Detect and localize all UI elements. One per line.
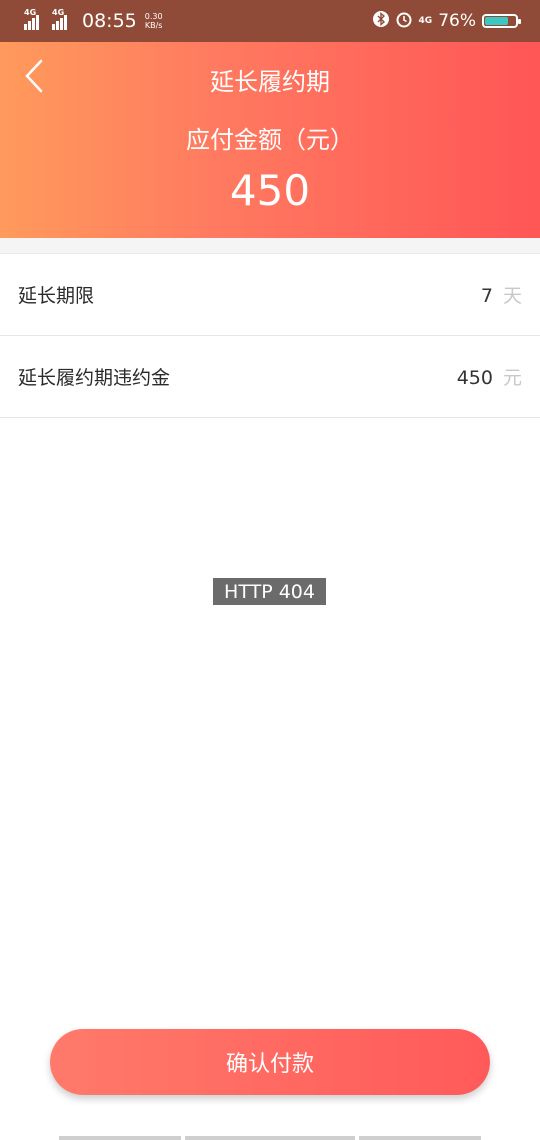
row-value: 450 <box>456 367 493 389</box>
signal-icon-2: 4G <box>52 8 74 30</box>
nav-bar-segment <box>185 1136 355 1140</box>
nav-bar-segment <box>59 1136 181 1140</box>
network-speed: 0.30 KB/s <box>144 12 163 30</box>
nav-bar <box>0 1136 540 1140</box>
row-extension-period: 延长期限 7 天 <box>0 254 540 336</box>
battery-icon <box>482 14 521 28</box>
section-divider <box>0 238 540 254</box>
amount-label: 应付金额（元） <box>186 126 354 154</box>
network-type-icon: 4G <box>418 16 433 26</box>
row-value-group: 450 元 <box>457 363 522 390</box>
amount-value: 450 <box>229 166 311 215</box>
status-right: 4G 76% <box>372 10 521 32</box>
status-bar: 4G 4G 08:55 0.30 KB/s 4G 76% <box>0 0 540 42</box>
page-title: 延长履约期 <box>210 68 330 96</box>
confirm-payment-button[interactable]: 确认付款 <box>50 1029 490 1095</box>
error-message: HTTP 404 <box>213 578 326 605</box>
row-value: 7 <box>480 285 493 307</box>
nav-bar-segment <box>359 1136 481 1140</box>
battery-percent: 76% <box>438 11 476 31</box>
row-penalty: 延长履约期违约金 450 元 <box>0 336 540 418</box>
bluetooth-icon <box>372 10 389 32</box>
row-value-group: 7 天 <box>481 281 522 308</box>
row-unit: 天 <box>502 285 522 307</box>
row-label: 延长期限 <box>18 285 95 307</box>
row-label: 延长履约期违约金 <box>18 367 171 389</box>
header: 延长履约期 应付金额（元） 450 <box>0 42 540 238</box>
alarm-icon <box>395 10 413 32</box>
signal-icon: 4G <box>24 8 46 30</box>
status-left: 4G 4G 08:55 0.30 KB/s <box>24 8 163 32</box>
status-time: 08:55 <box>82 10 137 32</box>
row-unit: 元 <box>502 367 522 389</box>
